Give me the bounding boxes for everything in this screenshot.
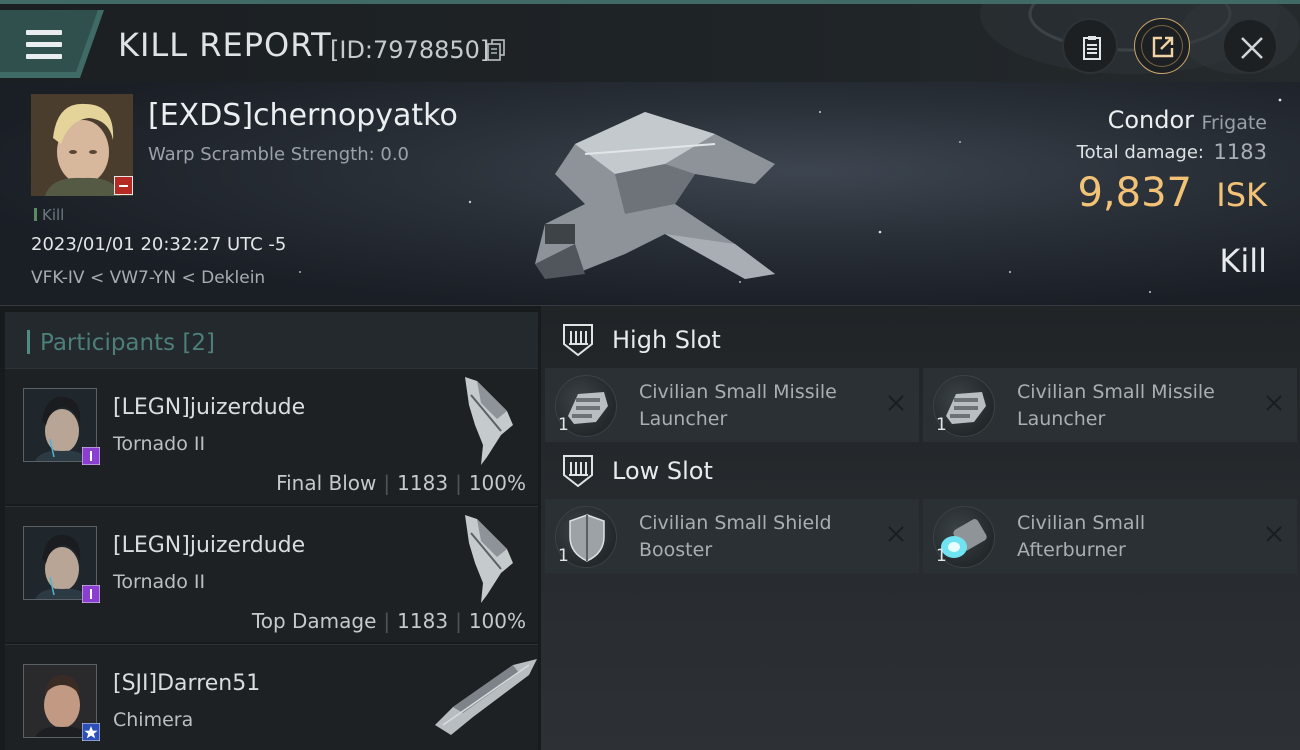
participant-ship-icon bbox=[435, 659, 537, 735]
close-icon bbox=[1241, 37, 1263, 59]
report-id: [ID:7978850] bbox=[330, 36, 490, 64]
participants-count: [2] bbox=[182, 330, 216, 356]
destroyed-x-icon bbox=[1265, 525, 1283, 543]
participant-row[interactable]: [SJI]Darren51 Chimera bbox=[5, 644, 538, 750]
isk-unit: ISK bbox=[1216, 176, 1267, 214]
participant-ship: Tornado II bbox=[113, 433, 206, 455]
page-title: KILL REPORT bbox=[118, 26, 332, 64]
module-quantity: 1 bbox=[558, 415, 569, 435]
module-quantity: 1 bbox=[936, 546, 947, 566]
participant-stats: Top Damage | 1183 | 100% bbox=[251, 609, 526, 633]
clipboard-icon bbox=[1083, 36, 1101, 60]
isk-value: 9,837 bbox=[1077, 170, 1192, 216]
participant-ship: Tornado II bbox=[113, 571, 206, 593]
participants-panel: Participants [2] [LEGN]juizerdude Tornad… bbox=[0, 306, 541, 750]
victim-name[interactable]: [EXDS]chernopyatko bbox=[148, 98, 458, 133]
participant-damage: 1183 bbox=[397, 609, 449, 633]
participants-title: Participants [2] bbox=[40, 330, 216, 356]
module-name: Civilian Small Afterburner bbox=[1017, 512, 1146, 561]
fitted-module[interactable]: 1 Civilian Small Missile Launcher bbox=[545, 368, 919, 442]
participant-row[interactable]: [LEGN]juizerdude Tornado II Final Blow | 1… bbox=[5, 368, 538, 504]
participant-name[interactable]: [SJI]Darren51 bbox=[113, 671, 260, 696]
external-link-icon bbox=[1152, 36, 1174, 58]
participant-percent: 100% bbox=[468, 471, 526, 495]
module-name: Civilian Small Missile Launcher bbox=[639, 381, 837, 430]
kill-location: VFK-IV < VW7-YN < Deklein bbox=[31, 268, 266, 288]
participant-stats: Final Blow | 1183 | 100% bbox=[276, 471, 526, 495]
victim-ship-render bbox=[535, 112, 775, 279]
low-slot-icon bbox=[563, 455, 593, 488]
copy-id-icon[interactable] bbox=[487, 39, 505, 61]
hamburger-icon bbox=[26, 30, 62, 60]
menu-button[interactable] bbox=[0, 10, 104, 78]
alliance-badge-purple bbox=[82, 447, 100, 465]
participant-name[interactable]: [LEGN]juizerdude bbox=[113, 533, 305, 558]
kill-label: Kill bbox=[1219, 242, 1267, 280]
module-name: Civilian Small Missile Launcher bbox=[1017, 381, 1215, 430]
close-button[interactable] bbox=[1222, 18, 1278, 74]
destroyed-x-icon bbox=[1265, 394, 1283, 412]
victim-banner: [EXDS]chernopyatko Warp Scramble Strengt… bbox=[0, 82, 1300, 306]
kill-report-header: KILL REPORT [ID:7978850] bbox=[0, 4, 1300, 82]
victim-ship-name[interactable]: Condor bbox=[1108, 106, 1194, 134]
participant-percent: 100% bbox=[468, 609, 526, 633]
destroyed-x-icon bbox=[887, 394, 905, 412]
participant-ship-icon bbox=[465, 377, 513, 465]
high-slot-label: High Slot bbox=[612, 326, 721, 354]
share-button[interactable] bbox=[1134, 18, 1190, 74]
destroyed-x-icon bbox=[887, 525, 905, 543]
participant-row[interactable]: [LEGN]juizerdude Tornado II Top Damage | 1… bbox=[5, 506, 538, 642]
high-slot-icon bbox=[563, 324, 593, 357]
kill-type-tag: Kill bbox=[34, 206, 64, 224]
hostile-status-badge bbox=[114, 176, 133, 195]
alliance-badge-purple bbox=[82, 585, 100, 603]
participant-name[interactable]: [LEGN]juizerdude bbox=[113, 395, 305, 420]
alliance-badge-star bbox=[82, 723, 100, 741]
fitted-module[interactable]: 1 Civilian Small Afterburner bbox=[923, 499, 1297, 573]
fitted-module[interactable]: 1 Civilian Small Missile Launcher bbox=[923, 368, 1297, 442]
participant-role: Final Blow bbox=[276, 471, 377, 495]
module-quantity: 1 bbox=[558, 546, 569, 566]
total-damage-value: 1183 bbox=[1213, 140, 1267, 164]
clipboard-button[interactable] bbox=[1062, 18, 1118, 74]
victim-ship-class: Frigate bbox=[1201, 112, 1267, 134]
kill-datetime: 2023/01/01 20:32:27 UTC -5 bbox=[31, 234, 287, 255]
participant-damage: 1183 bbox=[397, 471, 449, 495]
low-slot-label: Low Slot bbox=[612, 457, 713, 485]
fitted-module[interactable]: 1 Civilian Small Shield Booster bbox=[545, 499, 919, 573]
module-name: Civilian Small Shield Booster bbox=[639, 512, 832, 561]
participants-accent-bar bbox=[27, 330, 30, 354]
module-quantity: 1 bbox=[936, 415, 947, 435]
fitting-panel: High Slot 1 Civilian Small Missile Launc… bbox=[541, 306, 1300, 750]
warp-scramble-strength: Warp Scramble Strength: 0.0 bbox=[148, 144, 410, 165]
participant-role: Top Damage bbox=[251, 609, 377, 633]
participants-header: Participants [2] bbox=[5, 312, 538, 370]
participant-ship-icon bbox=[465, 515, 513, 603]
participant-ship: Chimera bbox=[113, 709, 194, 731]
total-damage-label: Total damage: bbox=[1076, 142, 1204, 163]
